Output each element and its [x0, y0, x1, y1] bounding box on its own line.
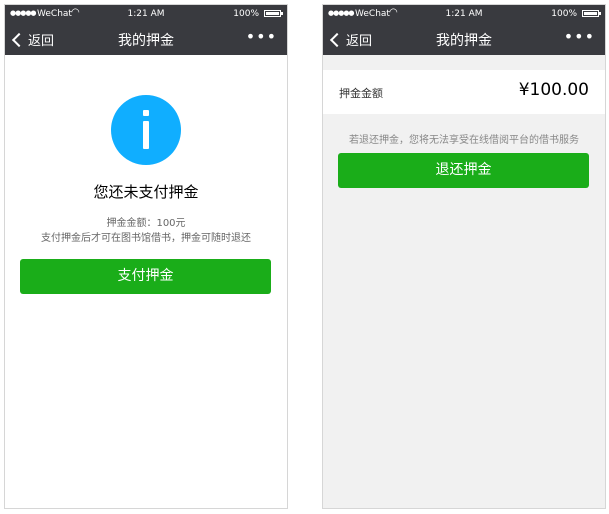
deposit-info-line: 支付押金后才可在图书馆借书，押金可随时退还 [41, 233, 251, 244]
deposit-amount-label: 押金金额 [339, 87, 383, 100]
battery-percent: 100% [551, 9, 577, 19]
unpaid-deposit-screen: ●●●●● WeChat ◠ 1:21 AM 100% 返回 我的押金 ••• … [4, 4, 288, 509]
battery-icon [582, 10, 601, 17]
unpaid-title: 您还未支付押金 [93, 183, 199, 201]
status-bar: ●●●●● WeChat ◠ 1:21 AM 100% [5, 5, 287, 23]
deposit-amount-row: 押金金额 ¥100.00 [323, 70, 605, 114]
deposit-amount-line: 押金金额：100元 [106, 218, 186, 229]
info-icon [111, 95, 181, 165]
page-title: 我的押金 [436, 33, 492, 49]
pay-deposit-button[interactable]: 支付押金 [20, 259, 271, 294]
status-bar: ●●●●● WeChat ◠ 1:21 AM 100% [323, 5, 605, 23]
nav-bar: 返回 我的押金 ••• [323, 23, 605, 55]
page-title: 我的押金 [118, 33, 174, 49]
battery-icon [264, 10, 283, 17]
more-icon[interactable]: ••• [564, 27, 595, 46]
deposit-amount-value: ¥100.00 [518, 80, 589, 100]
battery-percent: 100% [233, 9, 259, 19]
deposit-description: 押金金额：100元 支付押金后才可在图书馆借书，押金可随时退还 [5, 216, 287, 246]
refund-deposit-button[interactable]: 退还押金 [338, 153, 589, 188]
nav-bar: 返回 我的押金 ••• [5, 23, 287, 55]
refund-notice: 若退还押金，您将无法享受在线借阅平台的借书服务 [349, 135, 579, 146]
paid-deposit-screen: ●●●●● WeChat ◠ 1:21 AM 100% 返回 我的押金 ••• … [322, 4, 606, 509]
more-icon[interactable]: ••• [246, 27, 277, 46]
